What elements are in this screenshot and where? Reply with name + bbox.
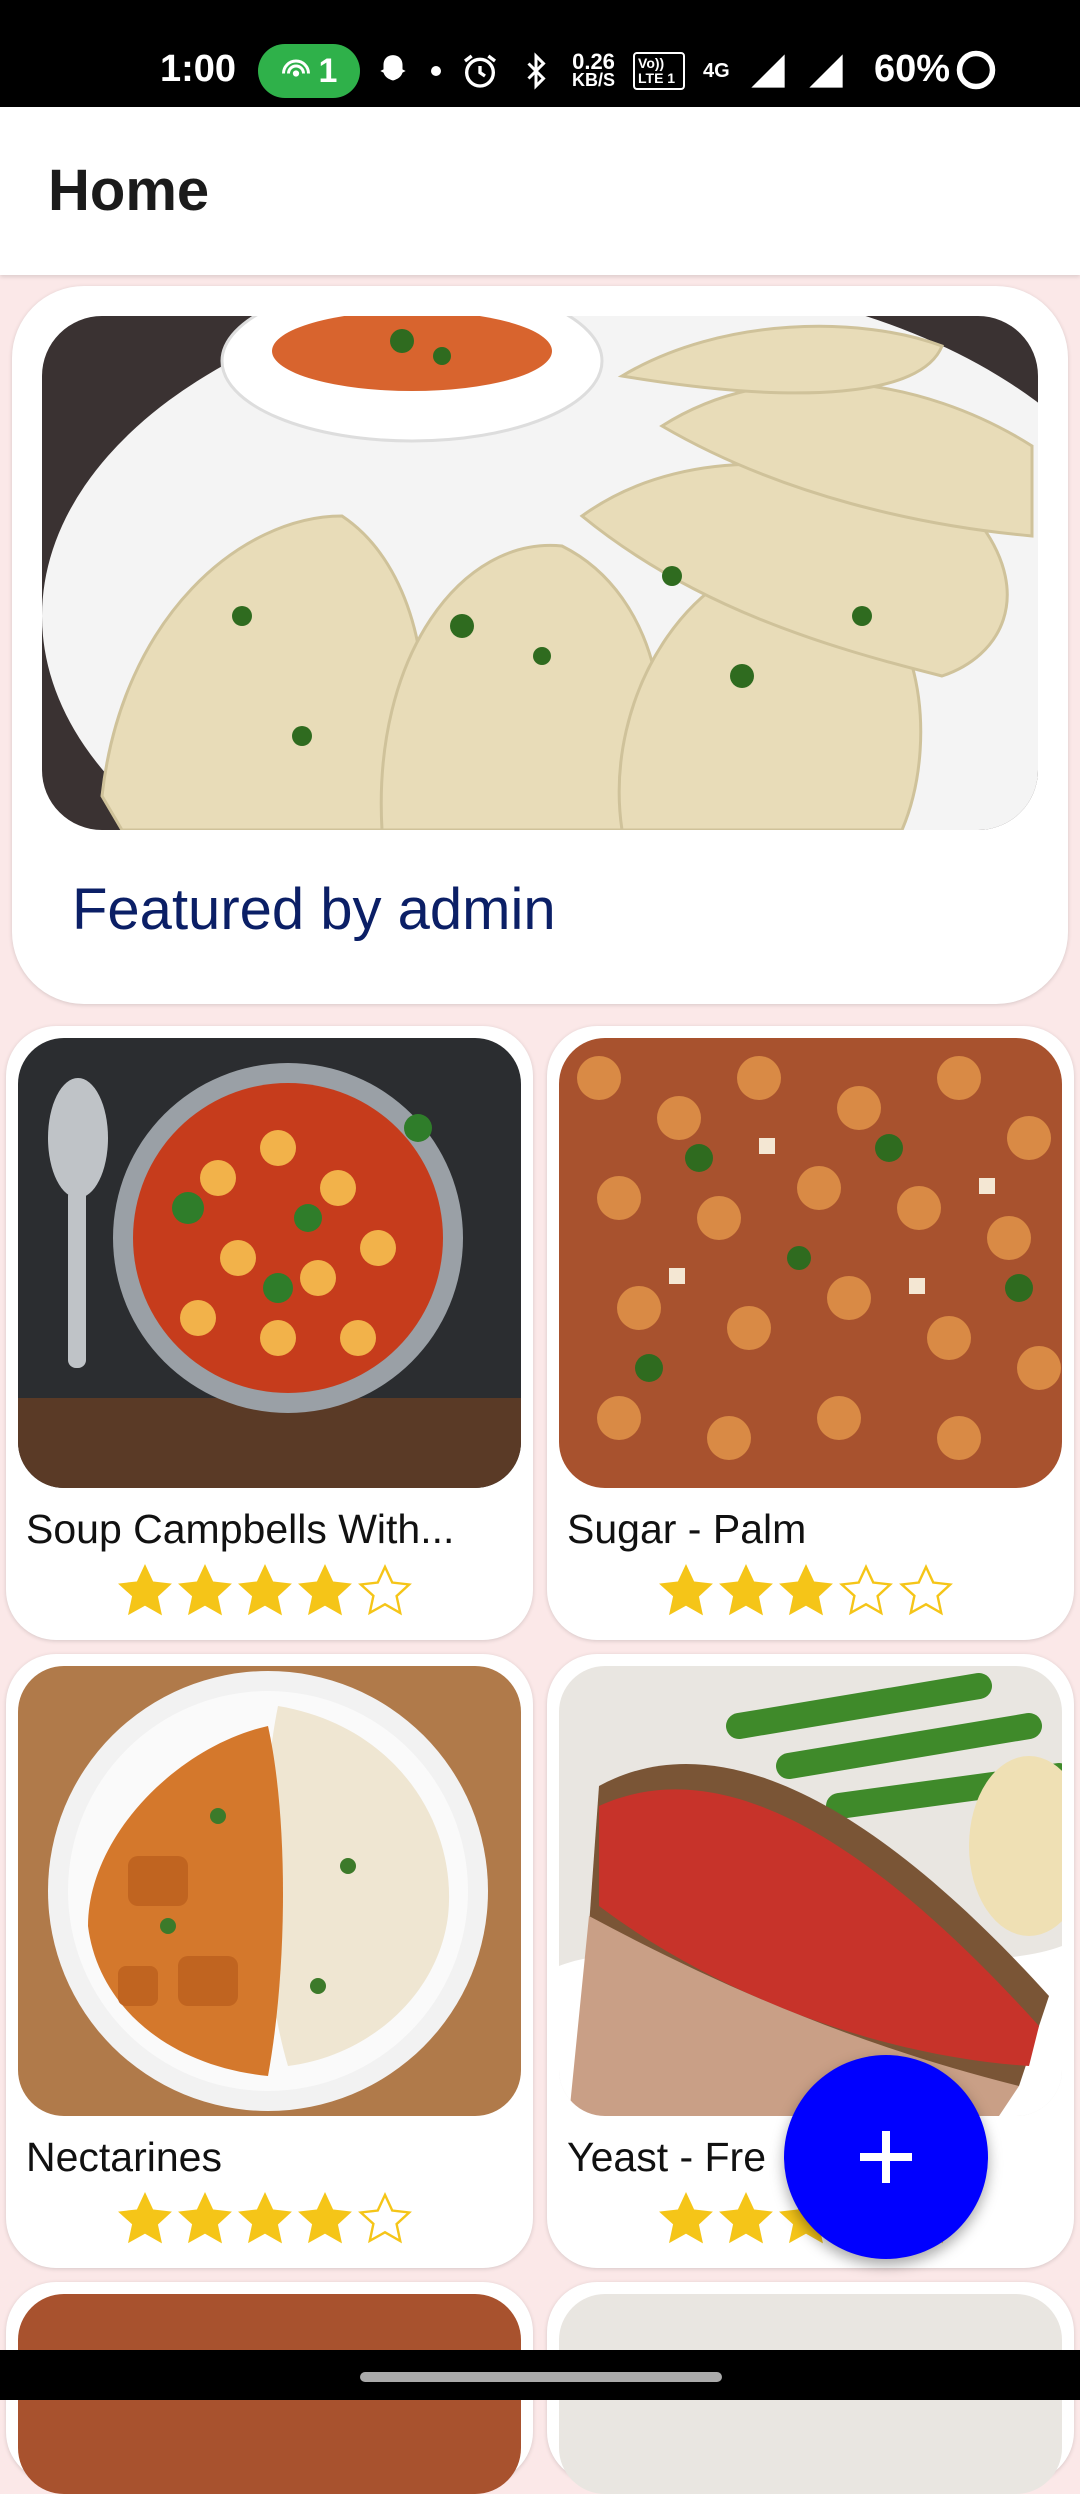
star-filled-icon [298, 1563, 352, 1616]
star-filled-icon [238, 2191, 292, 2244]
rating-stars [116, 1562, 414, 1620]
net-speed: 0.26 KB/S [572, 49, 616, 90]
home-gesture-handle[interactable] [360, 2372, 722, 2382]
status-bar: 1:00 1 0.26 KB/S Vo)) LTE 1 4G 60% [0, 0, 1080, 107]
rating-stars [116, 2190, 414, 2248]
recipe-image [18, 1038, 521, 1488]
hotspot-icon [281, 59, 310, 77]
recipe-name: Soup Campbells With... [26, 1506, 455, 1552]
star-filled-icon [779, 1563, 833, 1616]
star-filled-icon [719, 2191, 773, 2244]
star-filled-icon [659, 2191, 713, 2244]
recipe-name: Nectarines [26, 2134, 222, 2180]
system-nav-bar [0, 2350, 1080, 2400]
star-empty-icon [839, 1563, 893, 1616]
recipe-image [559, 1038, 1062, 1488]
star-filled-icon [178, 1563, 232, 1616]
star-filled-icon [178, 2191, 232, 2244]
star-filled-icon [659, 1563, 713, 1616]
featured-caption: Featured by admin [72, 877, 556, 942]
star-filled-icon [118, 1563, 172, 1616]
star-empty-icon [358, 2191, 412, 2244]
star-filled-icon [298, 2191, 352, 2244]
star-filled-icon [118, 2191, 172, 2244]
recipe-card[interactable]: Soup Campbells With... [6, 1026, 533, 1640]
hotspot-badge: 1 [258, 44, 360, 98]
snapchat-icon [380, 55, 406, 81]
recipe-image [559, 1666, 1062, 2116]
battery-ring-icon [956, 50, 996, 90]
battery-percent: 60% [874, 48, 951, 90]
app-bar: Home [0, 107, 1080, 275]
recipe-card[interactable]: Sugar - Palm [547, 1026, 1074, 1640]
signal-icon [751, 54, 785, 88]
star-empty-icon [899, 1563, 953, 1616]
volte-badge: Vo)) LTE 1 [633, 52, 686, 90]
star-filled-icon [719, 1563, 773, 1616]
recipe-image [18, 1666, 521, 2116]
plus-icon [860, 2131, 912, 2183]
star-filled-icon [238, 1563, 292, 1616]
mobile-data-label: 4G [703, 59, 730, 82]
page-title: Home [48, 158, 210, 223]
recipe-name: Sugar - Palm [567, 1506, 807, 1552]
recipe-card[interactable]: Nectarines [6, 1654, 533, 2268]
featured-card[interactable]: Featured by admin [12, 286, 1068, 1004]
hotspot-count: 1 [318, 51, 338, 90]
status-time: 1:00 [160, 48, 237, 90]
rating-stars [657, 1562, 955, 1620]
net-speed-value: 0.26 [572, 49, 615, 74]
featured-image [42, 316, 1038, 830]
star-empty-icon [358, 1563, 412, 1616]
signal-icon-2 [809, 54, 843, 88]
alarm-icon [464, 54, 496, 88]
dot-icon [431, 66, 441, 76]
add-recipe-button[interactable] [784, 2055, 988, 2259]
net-speed-unit: KB/S [572, 70, 616, 90]
bluetooth-icon [527, 52, 546, 90]
